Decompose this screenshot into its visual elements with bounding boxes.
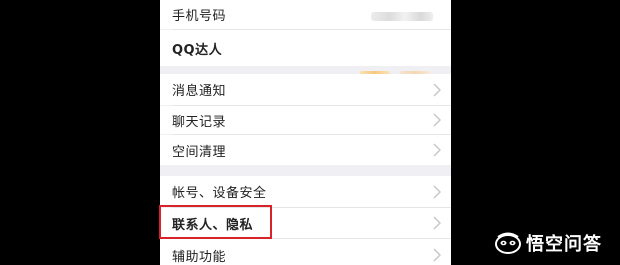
- settings-item-label: 空间清理: [172, 144, 227, 160]
- settings-item-label: 辅助功能: [172, 249, 227, 265]
- settings-item-chat-history[interactable]: 聊天记录: [160, 106, 451, 134]
- settings-item-notifications[interactable]: 消息通知: [160, 74, 451, 105]
- settings-item-label: 帐号、设备安全: [172, 186, 267, 201]
- blurred-phone-value: [371, 12, 433, 21]
- settings-item-phone-number[interactable]: 手机号码: [160, 0, 451, 29]
- chevron-right-icon: [433, 143, 441, 157]
- settings-item-label: 消息通知: [172, 84, 227, 99]
- settings-item-accessibility[interactable]: 辅助功能: [160, 239, 451, 265]
- highlight-box: [159, 205, 272, 239]
- settings-item-label: 手机号码: [172, 9, 227, 24]
- wukong-logo-icon: [495, 232, 521, 254]
- watermark: 悟空问答: [494, 229, 602, 257]
- chevron-right-icon: [433, 113, 441, 127]
- settings-item-label: QQ达人: [172, 42, 223, 58]
- chevron-right-icon: [433, 248, 441, 262]
- settings-item-storage-cleanup[interactable]: 空间清理: [160, 135, 451, 165]
- settings-item-account-security[interactable]: 帐号、设备安全: [160, 176, 451, 207]
- settings-item-qq-expert[interactable]: QQ达人: [160, 30, 451, 83]
- watermark-text: 悟空问答: [526, 234, 602, 255]
- chevron-right-icon: [433, 184, 441, 199]
- settings-item-label: 聊天记录: [172, 114, 227, 130]
- chevron-right-icon: [433, 82, 441, 97]
- chevron-right-icon: [433, 216, 441, 230]
